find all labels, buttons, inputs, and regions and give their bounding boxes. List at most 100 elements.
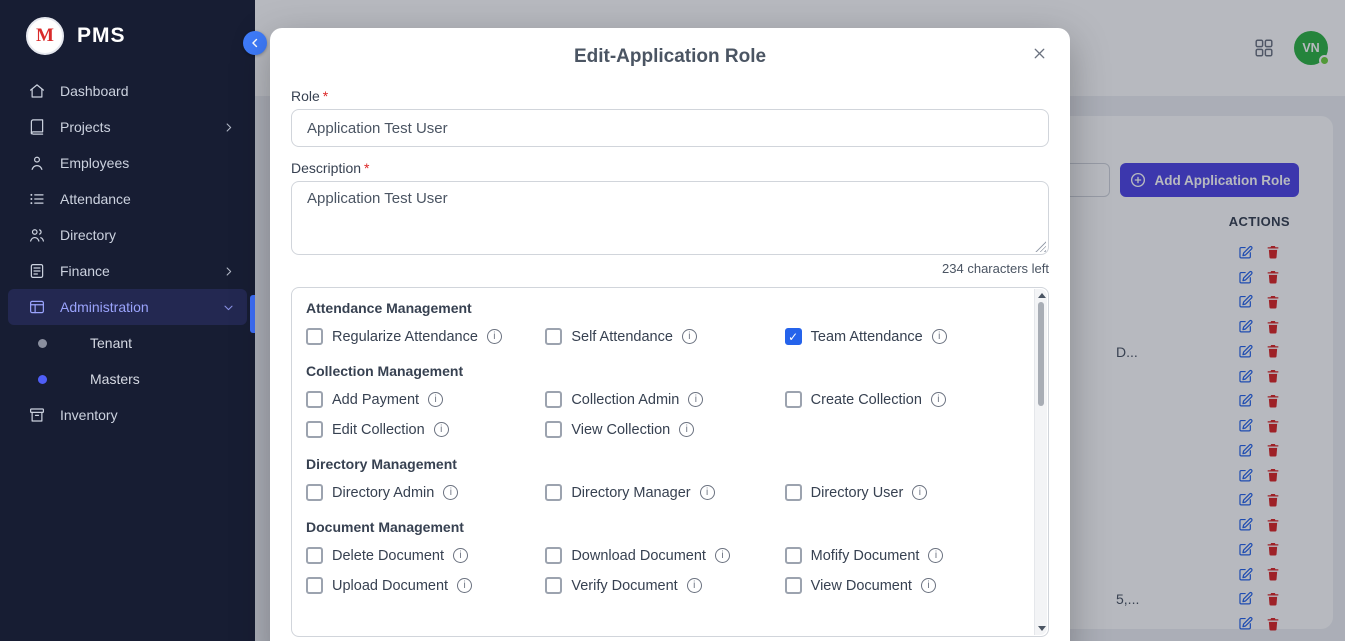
sidebar-nav: Dashboard Projects Employees Attendance …: [0, 69, 255, 433]
permission-item[interactable]: Upload Document i: [306, 577, 545, 594]
permission-label: Regularize Attendance: [332, 329, 478, 345]
info-icon[interactable]: i: [912, 485, 927, 500]
permission-label: Directory User: [811, 485, 904, 501]
permission-item[interactable]: Collection Admin i: [545, 391, 784, 408]
permission-label: View Document: [811, 578, 912, 594]
permission-item[interactable]: Regularize Attendance i: [306, 328, 545, 345]
permission-item[interactable]: Directory Admin i: [306, 484, 545, 501]
permission-group-title: Directory Management: [306, 456, 1024, 472]
sidebar-item-label: Projects: [60, 119, 111, 135]
info-icon[interactable]: i: [487, 329, 502, 344]
checkbox-icon[interactable]: [545, 328, 562, 345]
info-icon[interactable]: i: [434, 422, 449, 437]
archive-icon: [28, 406, 46, 424]
info-icon[interactable]: i: [931, 392, 946, 407]
sidebar-subitem-tenant[interactable]: Tenant: [8, 325, 247, 361]
permission-item[interactable]: Add Payment i: [306, 391, 545, 408]
bullet-icon: [38, 375, 47, 384]
book-icon: [28, 118, 46, 136]
checkbox-icon[interactable]: [545, 484, 562, 501]
description-textarea[interactable]: Application Test User: [291, 181, 1049, 255]
role-input[interactable]: [291, 109, 1049, 147]
permission-item[interactable]: Delete Document i: [306, 547, 545, 564]
info-icon[interactable]: i: [428, 392, 443, 407]
sidebar-item-dashboard[interactable]: Dashboard: [8, 73, 247, 109]
checkbox-icon[interactable]: [785, 391, 802, 408]
checkbox-icon[interactable]: [545, 577, 562, 594]
people-icon: [28, 226, 46, 244]
permission-item[interactable]: Verify Document i: [545, 577, 784, 594]
permission-label: View Collection: [571, 422, 670, 438]
permission-item[interactable]: Edit Collection i: [306, 421, 545, 438]
info-icon[interactable]: i: [921, 578, 936, 593]
permission-item[interactable]: Mofify Document i: [785, 547, 1024, 564]
checkbox-icon[interactable]: [785, 328, 802, 345]
checkbox-icon[interactable]: [545, 391, 562, 408]
permission-item[interactable]: Team Attendance i: [785, 328, 1024, 345]
checkbox-icon[interactable]: [306, 484, 323, 501]
checkbox-icon[interactable]: [785, 484, 802, 501]
checkbox-icon[interactable]: [545, 547, 562, 564]
permission-item[interactable]: Directory User i: [785, 484, 1024, 501]
sidebar-subitem-masters[interactable]: Masters: [8, 361, 247, 397]
info-icon[interactable]: i: [679, 422, 694, 437]
info-icon[interactable]: i: [443, 485, 458, 500]
home-icon: [28, 82, 46, 100]
info-icon[interactable]: i: [688, 392, 703, 407]
permission-item[interactable]: Create Collection i: [785, 391, 1024, 408]
permissions-scroll-area: Attendance Management Regularize Attenda…: [292, 288, 1034, 636]
permission-item[interactable]: Self Attendance i: [545, 328, 784, 345]
sidebar-item-inventory[interactable]: Inventory: [8, 397, 247, 433]
permission-item[interactable]: Directory Manager i: [545, 484, 784, 501]
scrollbar[interactable]: [1034, 289, 1047, 635]
info-icon[interactable]: i: [715, 548, 730, 563]
permission-label: Delete Document: [332, 548, 444, 564]
sidebar-item-label: Directory: [60, 227, 116, 243]
sidebar-item-directory[interactable]: Directory: [8, 217, 247, 253]
checkbox-icon[interactable]: [785, 547, 802, 564]
checkbox-icon[interactable]: [785, 577, 802, 594]
info-icon[interactable]: i: [453, 548, 468, 563]
scroll-down-arrow-icon[interactable]: [1038, 626, 1046, 631]
permission-item[interactable]: View Document i: [785, 577, 1024, 594]
role-field-label: Role*: [291, 88, 1049, 104]
chevron-down-icon: [222, 301, 235, 314]
screen: M PMS Dashboard Projects Employees Atten…: [0, 0, 1345, 641]
scroll-up-arrow-icon[interactable]: [1038, 293, 1046, 298]
permission-group-directory: Directory Management Directory Admin i D…: [306, 456, 1024, 501]
permission-label: Create Collection: [811, 392, 922, 408]
checkbox-icon[interactable]: [306, 577, 323, 594]
checkbox-icon[interactable]: [306, 391, 323, 408]
info-icon[interactable]: i: [457, 578, 472, 593]
checkbox-icon[interactable]: [306, 328, 323, 345]
sidebar-item-administration[interactable]: Administration: [8, 289, 247, 325]
required-marker: *: [323, 88, 328, 104]
checkbox-icon[interactable]: [545, 421, 562, 438]
modal-body: Role* Description* Application Test User…: [270, 88, 1070, 637]
chevron-right-icon: [222, 265, 235, 278]
checkbox-icon[interactable]: [306, 421, 323, 438]
permission-grid: Regularize Attendance i Self Attendance …: [306, 328, 1024, 345]
list-icon: [28, 190, 46, 208]
sidebar-collapse-button[interactable]: [243, 31, 267, 55]
required-marker: *: [364, 160, 369, 176]
sidebar-item-attendance[interactable]: Attendance: [8, 181, 247, 217]
info-icon[interactable]: i: [700, 485, 715, 500]
bullet-icon: [38, 339, 47, 348]
sidebar-item-projects[interactable]: Projects: [8, 109, 247, 145]
info-icon[interactable]: i: [682, 329, 697, 344]
app-name: PMS: [77, 24, 126, 48]
close-icon[interactable]: [1027, 41, 1052, 66]
sidebar-item-finance[interactable]: Finance: [8, 253, 247, 289]
info-icon[interactable]: i: [687, 578, 702, 593]
permission-item[interactable]: Download Document i: [545, 547, 784, 564]
panel-icon: [28, 298, 46, 316]
checkbox-icon[interactable]: [306, 547, 323, 564]
chevron-left-icon: [248, 36, 262, 50]
permission-item[interactable]: View Collection i: [545, 421, 784, 438]
sidebar-item-employees[interactable]: Employees: [8, 145, 247, 181]
info-icon[interactable]: i: [928, 548, 943, 563]
scrollbar-thumb[interactable]: [1038, 302, 1044, 406]
permission-label: Self Attendance: [571, 329, 673, 345]
info-icon[interactable]: i: [932, 329, 947, 344]
